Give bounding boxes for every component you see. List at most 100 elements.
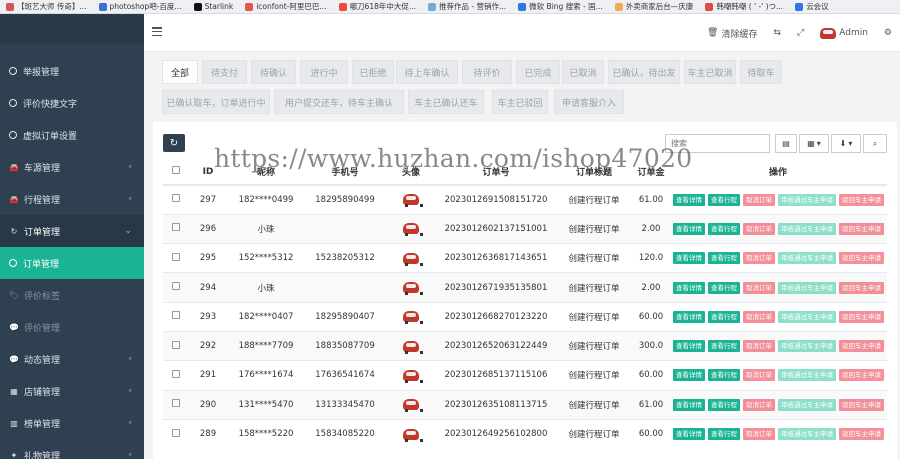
bookmark-item[interactable]: 【斑艺大师 传奇】... — [0, 1, 93, 12]
sidebar-item-store[interactable]: ▦ 店铺管理 ‹ — [0, 375, 144, 407]
export-button[interactable]: ⬇ ▾ — [831, 134, 861, 153]
view-trip-button[interactable]: 查看行程 — [708, 428, 740, 441]
user-menu[interactable]: Admin — [812, 27, 876, 39]
refresh-button[interactable]: ↻ — [163, 134, 185, 152]
cancel-order-button[interactable]: 取消订单 — [743, 310, 775, 323]
header-amount[interactable]: 订单金 — [633, 159, 669, 186]
header-phone[interactable]: 手机号 — [305, 159, 385, 186]
sidebar-item-order[interactable]: ↻ 订单管理 ⌄ — [0, 215, 144, 247]
select-all-checkbox[interactable] — [172, 166, 180, 174]
bookmark-item[interactable]: 微软 Bing 搜索 - 国... — [512, 1, 609, 12]
row-checkbox[interactable] — [172, 340, 180, 349]
view-trip-button[interactable]: 查看行程 — [708, 398, 740, 411]
row-checkbox[interactable] — [172, 399, 180, 408]
reject-owner-request-button[interactable]: 驳回车主申请 — [839, 193, 884, 206]
view-detail-button[interactable]: 查看详情 — [673, 340, 705, 353]
columns-button[interactable]: ▦ ▾ — [799, 134, 829, 153]
tab-status[interactable]: 已确认，待出发 — [608, 60, 680, 84]
bookmark-item[interactable]: Starlink — [188, 2, 240, 11]
view-trip-button[interactable]: 查看行程 — [708, 222, 740, 235]
sidebar-item-car-source[interactable]: 🚘 车源管理 ‹ — [0, 151, 144, 183]
approve-owner-request-button[interactable]: 审核通过车主申请 — [778, 398, 836, 411]
view-trip-button[interactable]: 查看行程 — [708, 281, 740, 294]
reject-owner-request-button[interactable]: 驳回车主申请 — [839, 428, 884, 441]
cancel-order-button[interactable]: 取消订单 — [743, 222, 775, 235]
tab-status[interactable]: 车主已确认还车 — [408, 90, 484, 114]
row-checkbox[interactable] — [172, 194, 180, 203]
view-trip-button[interactable]: 查看行程 — [708, 193, 740, 206]
tab-status[interactable]: 待取车 — [740, 60, 782, 84]
sidebar-item-ranking[interactable]: ▥ 榜单管理 ‹ — [0, 407, 144, 439]
search-input[interactable] — [665, 134, 770, 153]
cancel-order-button[interactable]: 取消订单 — [743, 398, 775, 411]
sidebar-item-trip[interactable]: 🚘 行程管理 ‹ — [0, 183, 144, 215]
header-nickname[interactable]: 昵称 — [227, 159, 305, 186]
approve-owner-request-button[interactable]: 审核通过车主申请 — [778, 281, 836, 294]
bookmark-item[interactable]: 哪刀618年中大促... — [333, 1, 422, 12]
sidebar-item-virtual-order[interactable]: 虚拟订单设置 — [0, 119, 144, 151]
view-trip-button[interactable]: 查看行程 — [708, 252, 740, 265]
sidebar-item-gift[interactable]: ✦ 礼物管理 ‹ — [0, 439, 144, 459]
reject-owner-request-button[interactable]: 驳回车主申请 — [839, 398, 884, 411]
header-id[interactable]: ID — [189, 159, 227, 186]
view-detail-button[interactable]: 查看详情 — [673, 193, 705, 206]
view-detail-button[interactable]: 查看详情 — [673, 222, 705, 235]
tab-status[interactable]: 已取消 — [562, 60, 604, 84]
approve-owner-request-button[interactable]: 审核通过车主申请 — [778, 340, 836, 353]
bookmark-item[interactable]: iconfont-阿里巴巴... — [239, 1, 332, 12]
header-order-title[interactable]: 订单标题 — [555, 159, 633, 186]
view-detail-button[interactable]: 查看详情 — [673, 369, 705, 382]
reject-owner-request-button[interactable]: 驳回车主申请 — [839, 222, 884, 235]
row-checkbox[interactable] — [172, 369, 180, 378]
tab-status[interactable]: 进行中 — [300, 60, 348, 84]
cancel-order-button[interactable]: 取消订单 — [743, 340, 775, 353]
sidebar-subitem-order-manage[interactable]: 订单管理 — [0, 247, 144, 279]
view-detail-button[interactable]: 查看详情 — [673, 428, 705, 441]
view-detail-button[interactable]: 查看详情 — [673, 398, 705, 411]
row-checkbox[interactable] — [172, 282, 180, 291]
view-detail-button[interactable]: 查看详情 — [673, 252, 705, 265]
header-checkbox[interactable] — [163, 159, 189, 186]
tab-status[interactable]: 用户提交还车，待车主确认 — [274, 90, 404, 114]
cancel-order-button[interactable]: 取消订单 — [743, 252, 775, 265]
sidebar-item-report[interactable]: 举报管理 — [0, 55, 144, 87]
settings-button[interactable]: ⚙ — [876, 28, 900, 38]
toggle-view-button[interactable]: ▤ — [775, 134, 797, 153]
tab-status[interactable]: 申请客服介入 — [554, 90, 624, 114]
tab-status[interactable]: 已拒绝 — [352, 60, 394, 84]
view-trip-button[interactable]: 查看行程 — [708, 340, 740, 353]
reject-owner-request-button[interactable]: 驳回车主申请 — [839, 281, 884, 294]
sidebar-item-moments[interactable]: 💬 动态管理 ‹ — [0, 343, 144, 375]
bookmark-item[interactable]: 云会议 — [789, 1, 835, 12]
reject-owner-request-button[interactable]: 驳回车主申请 — [839, 369, 884, 382]
tab-status[interactable]: 已完成 — [516, 60, 560, 84]
fullscreen-button[interactable]: ⤢ — [789, 28, 812, 38]
reject-owner-request-button[interactable]: 驳回车主申请 — [839, 252, 884, 265]
row-checkbox[interactable] — [172, 428, 180, 437]
approve-owner-request-button[interactable]: 审核通过车主申请 — [778, 369, 836, 382]
tab-status[interactable]: 已确认取车，订单进行中 — [162, 90, 270, 114]
bookmark-item[interactable]: 韩嘲韩嘲 ( ' -' )つ... — [699, 1, 789, 12]
view-detail-button[interactable]: 查看详情 — [673, 281, 705, 294]
view-trip-button[interactable]: 查看行程 — [708, 310, 740, 323]
approve-owner-request-button[interactable]: 审核通过车主申请 — [778, 428, 836, 441]
header-order-no[interactable]: 订单号 — [437, 159, 555, 186]
tab-status[interactable]: 待支付 — [202, 60, 247, 84]
header-avatar[interactable]: 头像 — [385, 159, 437, 186]
sidebar-subitem-review-tag[interactable]: 🏷 评价标签 — [0, 279, 144, 311]
approve-owner-request-button[interactable]: 审核通过车主申请 — [778, 310, 836, 323]
tab-status[interactable]: 待确认 — [251, 60, 296, 84]
approve-owner-request-button[interactable]: 审核通过车主申请 — [778, 222, 836, 235]
tab-status[interactable]: 待评价 — [462, 60, 512, 84]
bookmark-item[interactable]: photoshop吧-百度... — [93, 1, 188, 12]
reject-owner-request-button[interactable]: 驳回车主申请 — [839, 310, 884, 323]
tab-status[interactable]: 车主已驳回 — [492, 90, 548, 114]
menu-toggle-icon[interactable] — [152, 27, 162, 36]
cancel-order-button[interactable]: 取消订单 — [743, 281, 775, 294]
approve-owner-request-button[interactable]: 审核通过车主申请 — [778, 193, 836, 206]
row-checkbox[interactable] — [172, 252, 180, 261]
view-detail-button[interactable]: 查看详情 — [673, 310, 705, 323]
tab-status[interactable]: 车主已取消 — [684, 60, 736, 84]
cancel-order-button[interactable]: 取消订单 — [743, 369, 775, 382]
row-checkbox[interactable] — [172, 311, 180, 320]
